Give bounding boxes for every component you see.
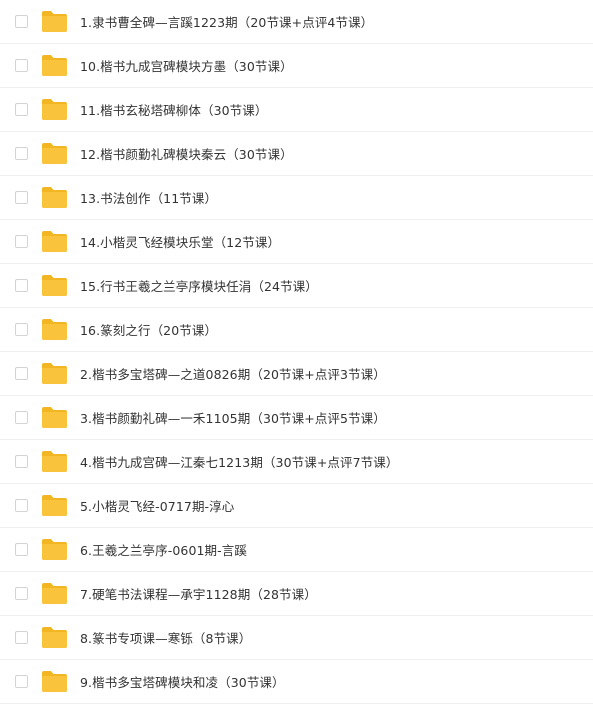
row-checkbox[interactable] (15, 631, 28, 644)
file-name-link[interactable]: 5.小楷灵飞经-0717期-淳心 (80, 496, 234, 515)
file-name-link[interactable]: 1.隶书曹全碑—言蹊1223期（20节课+点评4节课） (80, 12, 373, 31)
file-row[interactable]: 9.楷书多宝塔碑模块和凌（30节课） (0, 660, 593, 704)
file-name-link[interactable]: 13.书法创作（11节课） (80, 188, 217, 207)
file-name-link[interactable]: 14.小楷灵飞经模块乐堂（12节课） (80, 232, 280, 251)
file-name-link[interactable]: 16.篆刻之行（20节课） (80, 320, 217, 339)
file-list: 1.隶书曹全碑—言蹊1223期（20节课+点评4节课） 10.楷书九成宫碑模块方墨… (0, 0, 593, 704)
folder-icon (41, 10, 68, 33)
file-row[interactable]: 12.楷书颜勤礼碑模块秦云（30节课） (0, 132, 593, 176)
file-name-link[interactable]: 12.楷书颜勤礼碑模块秦云（30节课） (80, 144, 293, 163)
file-row[interactable]: 4.楷书九成宫碑—江秦七1213期（30节课+点评7节课） (0, 440, 593, 484)
file-row[interactable]: 6.王羲之兰亭序-0601期-言蹊 (0, 528, 593, 572)
row-checkbox[interactable] (15, 411, 28, 424)
file-row[interactable]: 8.篆书专项课—寒铄（8节课） (0, 616, 593, 660)
file-name-link[interactable]: 3.楷书颜勤礼碑—一禾1105期（30节课+点评5节课） (80, 408, 386, 427)
file-name-link[interactable]: 10.楷书九成宫碑模块方墨（30节课） (80, 56, 293, 75)
folder-icon (41, 494, 68, 517)
file-name-link[interactable]: 4.楷书九成宫碑—江秦七1213期（30节课+点评7节课） (80, 452, 398, 471)
folder-icon (41, 582, 68, 605)
file-row[interactable]: 13.书法创作（11节课） (0, 176, 593, 220)
folder-icon (41, 450, 68, 473)
folder-icon (41, 54, 68, 77)
file-row[interactable]: 5.小楷灵飞经-0717期-淳心 (0, 484, 593, 528)
row-checkbox[interactable] (15, 103, 28, 116)
file-name-link[interactable]: 11.楷书玄秘塔碑柳体（30节课） (80, 100, 268, 119)
row-checkbox[interactable] (15, 543, 28, 556)
file-name-link[interactable]: 2.楷书多宝塔碑—之道0826期（20节课+点评3节课） (80, 364, 386, 383)
file-row[interactable]: 7.硬笔书法课程—承宇1128期（28节课） (0, 572, 593, 616)
folder-icon (41, 538, 68, 561)
row-checkbox[interactable] (15, 499, 28, 512)
folder-icon (41, 626, 68, 649)
row-checkbox[interactable] (15, 191, 28, 204)
folder-icon (41, 142, 68, 165)
file-name-link[interactable]: 7.硬笔书法课程—承宇1128期（28节课） (80, 584, 317, 603)
folder-icon (41, 670, 68, 693)
row-checkbox[interactable] (15, 323, 28, 336)
row-checkbox[interactable] (15, 235, 28, 248)
row-checkbox[interactable] (15, 15, 28, 28)
row-checkbox[interactable] (15, 675, 28, 688)
row-checkbox[interactable] (15, 59, 28, 72)
file-name-link[interactable]: 8.篆书专项课—寒铄（8节课） (80, 628, 251, 647)
file-row[interactable]: 10.楷书九成宫碑模块方墨（30节课） (0, 44, 593, 88)
file-row[interactable]: 11.楷书玄秘塔碑柳体（30节课） (0, 88, 593, 132)
folder-icon (41, 406, 68, 429)
folder-icon (41, 186, 68, 209)
file-name-link[interactable]: 15.行书王羲之兰亭序模块任涓（24节课） (80, 276, 318, 295)
row-checkbox[interactable] (15, 367, 28, 380)
file-row[interactable]: 3.楷书颜勤礼碑—一禾1105期（30节课+点评5节课） (0, 396, 593, 440)
file-row[interactable]: 16.篆刻之行（20节课） (0, 308, 593, 352)
row-checkbox[interactable] (15, 279, 28, 292)
file-row[interactable]: 1.隶书曹全碑—言蹊1223期（20节课+点评4节课） (0, 0, 593, 44)
folder-icon (41, 230, 68, 253)
file-row[interactable]: 15.行书王羲之兰亭序模块任涓（24节课） (0, 264, 593, 308)
row-checkbox[interactable] (15, 455, 28, 468)
row-checkbox[interactable] (15, 147, 28, 160)
folder-icon (41, 98, 68, 121)
folder-icon (41, 318, 68, 341)
folder-icon (41, 274, 68, 297)
file-row[interactable]: 14.小楷灵飞经模块乐堂（12节课） (0, 220, 593, 264)
file-name-link[interactable]: 6.王羲之兰亭序-0601期-言蹊 (80, 540, 247, 559)
row-checkbox[interactable] (15, 587, 28, 600)
folder-icon (41, 362, 68, 385)
file-row[interactable]: 2.楷书多宝塔碑—之道0826期（20节课+点评3节课） (0, 352, 593, 396)
file-name-link[interactable]: 9.楷书多宝塔碑模块和凌（30节课） (80, 672, 285, 691)
